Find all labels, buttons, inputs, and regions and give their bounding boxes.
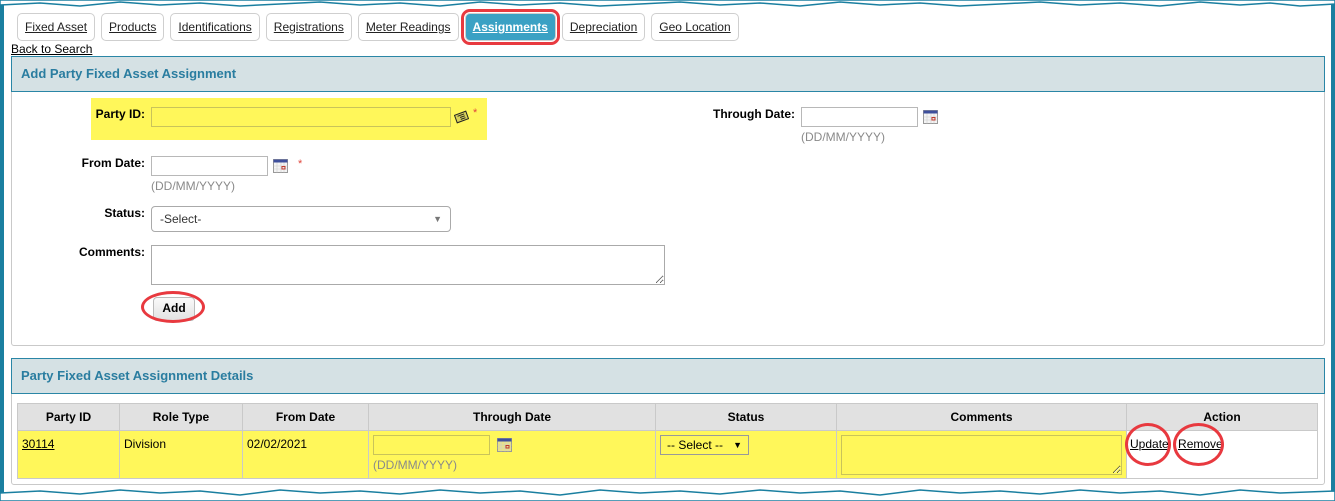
- tab-meter-readings[interactable]: Meter Readings: [357, 13, 459, 41]
- tab-products[interactable]: Products: [101, 13, 165, 41]
- chevron-down-icon: ▼: [433, 214, 442, 224]
- status-select-value: -Select-: [160, 212, 202, 226]
- status-cell: -- Select -- ▼: [655, 430, 837, 479]
- table-row: 30114 Division 02/02/2021 (DD/MM/YYYY) -…: [17, 430, 1318, 479]
- party-id-cell: 30114: [17, 430, 120, 479]
- column-header-status[interactable]: Status: [655, 403, 837, 431]
- from-date-cell: 02/02/2021: [242, 430, 369, 479]
- torn-edge-top: [0, 0, 1335, 7]
- add-assignment-panel-title: Add Party Fixed Asset Assignment: [11, 56, 1325, 92]
- status-select[interactable]: -Select- ▼: [151, 206, 451, 232]
- action-cell: Update Remove: [1126, 430, 1318, 479]
- through-date-cell: (DD/MM/YYYY): [368, 430, 656, 479]
- chevron-down-icon: ▼: [733, 440, 742, 450]
- row-status-select[interactable]: -- Select -- ▼: [660, 435, 749, 455]
- from-date-input[interactable]: [151, 156, 268, 176]
- calendar-icon[interactable]: [273, 159, 288, 173]
- row-status-select-value: -- Select --: [667, 438, 724, 452]
- tab-identifications[interactable]: Identifications: [170, 13, 260, 41]
- through-date-input[interactable]: [801, 107, 918, 127]
- frame-border-left: [0, 0, 4, 501]
- party-id-required-mark: *: [473, 107, 478, 119]
- tab-geo-location[interactable]: Geo Location: [651, 13, 739, 41]
- tab-bar: Fixed Asset Products Identifications Reg…: [17, 9, 739, 45]
- role-type-cell: Division: [119, 430, 243, 479]
- party-id-link[interactable]: 30114: [22, 437, 54, 451]
- add-button[interactable]: Add: [153, 297, 195, 321]
- tab-fixed-asset[interactable]: Fixed Asset: [17, 13, 96, 41]
- torn-edge-bottom: [0, 489, 1335, 501]
- from-date-format-hint: (DD/MM/YYYY): [151, 179, 235, 193]
- update-link[interactable]: Update: [1130, 437, 1169, 451]
- from-date-required-mark: *: [298, 158, 303, 170]
- remove-link[interactable]: Remove: [1178, 437, 1223, 451]
- comments-label: Comments:: [78, 245, 145, 259]
- column-header-through-date[interactable]: Through Date: [368, 403, 656, 431]
- column-header-comments[interactable]: Comments: [836, 403, 1127, 431]
- column-header-action: Action: [1126, 403, 1318, 431]
- comments-cell: [836, 430, 1127, 479]
- tab-registrations[interactable]: Registrations: [265, 13, 352, 41]
- party-id-label: Party ID:: [95, 107, 145, 121]
- row-through-date-hint: (DD/MM/YYYY): [373, 458, 457, 472]
- column-header-from-date[interactable]: From Date: [242, 403, 369, 431]
- status-label: Status:: [104, 206, 145, 220]
- lookup-card-icon[interactable]: [454, 110, 469, 124]
- row-through-date-input[interactable]: [373, 435, 490, 455]
- party-id-input[interactable]: [151, 107, 451, 127]
- through-date-label: Through Date:: [713, 107, 795, 121]
- from-date-label: From Date:: [81, 156, 145, 170]
- calendar-icon[interactable]: [923, 110, 938, 124]
- tab-assignments[interactable]: Assignments: [460, 9, 560, 45]
- frame-border-right: [1331, 0, 1335, 501]
- through-date-cell-content: (DD/MM/YYYY): [373, 435, 651, 472]
- comments-textarea[interactable]: [151, 245, 665, 285]
- back-to-search-link[interactable]: Back to Search: [11, 42, 92, 56]
- table-header-row: Party ID Role Type From Date Through Dat…: [17, 403, 1318, 431]
- assignments-table: Party ID Role Type From Date Through Dat…: [17, 403, 1318, 479]
- calendar-icon[interactable]: [497, 438, 513, 452]
- assignment-details-panel-title: Party Fixed Asset Assignment Details: [11, 358, 1325, 394]
- column-header-role-type[interactable]: Role Type: [119, 403, 243, 431]
- column-header-party-id[interactable]: Party ID: [17, 403, 120, 431]
- row-comments-textarea[interactable]: [841, 435, 1122, 475]
- through-date-format-hint: (DD/MM/YYYY): [801, 130, 885, 144]
- tab-depreciation[interactable]: Depreciation: [561, 13, 646, 41]
